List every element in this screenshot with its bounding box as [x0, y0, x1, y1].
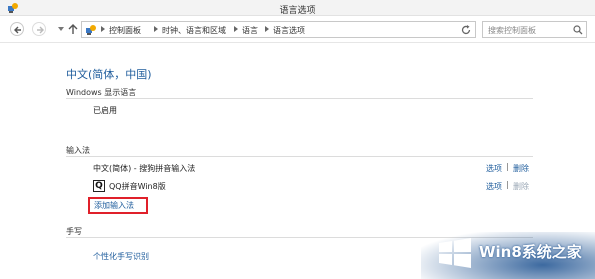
search-placeholder: 搜索控制面板: [488, 26, 536, 35]
breadcrumb-clock-language-region[interactable]: 时钟、语言和区域: [162, 25, 226, 36]
qq-pinyin-icon: Q: [93, 180, 105, 192]
add-input-method-link[interactable]: 添加输入法: [94, 200, 134, 211]
link-separator: |: [506, 180, 509, 189]
breadcrumb-separator-icon[interactable]: [101, 26, 105, 32]
windows-logo-icon: [439, 238, 471, 268]
breadcrumb-language[interactable]: 语言: [242, 25, 258, 36]
address-bar[interactable]: 控制面板 时钟、语言和区域 语言 语言选项: [81, 21, 532, 38]
search-icon[interactable]: [573, 25, 583, 35]
site-watermark: Win8系统之家: [421, 232, 595, 279]
language-title: 中文(简体，中国): [66, 68, 152, 81]
search-field[interactable]: 搜索控制面板: [482, 21, 587, 38]
back-button[interactable]: [10, 22, 24, 36]
personalize-handwriting-link[interactable]: 个性化手写识别: [93, 251, 149, 262]
refresh-icon[interactable]: [460, 24, 472, 36]
display-language-heading: Windows 显示语言: [66, 88, 137, 97]
divider: [66, 156, 533, 157]
display-language-status: 已启用: [93, 106, 117, 115]
breadcrumb-separator-icon[interactable]: [265, 26, 269, 32]
divider: [66, 98, 533, 99]
recent-pages-dropdown[interactable]: [58, 27, 64, 31]
input-methods-heading: 输入法: [66, 146, 90, 155]
input-method-name: QQ拼音Win8版: [109, 182, 166, 191]
link-separator: |: [506, 162, 509, 171]
title-bar: 语言选项: [0, 0, 595, 16]
breadcrumb-separator-icon[interactable]: [154, 26, 158, 32]
handwriting-heading: 手写: [66, 227, 82, 236]
input-method-delete-link[interactable]: 删除: [513, 181, 529, 192]
input-method-options-link[interactable]: 选项: [486, 181, 502, 192]
navigation-bar: 控制面板 时钟、语言和区域 语言 语言选项 搜索控制面板: [0, 16, 595, 43]
breadcrumb-control-panel[interactable]: 控制面板: [109, 25, 141, 36]
breadcrumb-language-options[interactable]: 语言选项: [273, 25, 305, 36]
forward-button[interactable]: [32, 22, 46, 36]
breadcrumb-separator-icon[interactable]: [234, 26, 238, 32]
input-method-name: 中文(简体) - 搜狗拼音输入法: [93, 164, 196, 173]
input-method-delete-link[interactable]: 删除: [513, 163, 529, 174]
input-method-options-link[interactable]: 选项: [486, 163, 502, 174]
up-arrow-icon[interactable]: [67, 22, 79, 36]
watermark-text: Win8系统之家: [479, 243, 582, 261]
back-arrow-icon: [14, 26, 21, 34]
control-panel-icon: [86, 25, 96, 35]
forward-arrow-icon: [37, 26, 44, 34]
window-title: 语言选项: [279, 6, 316, 16]
